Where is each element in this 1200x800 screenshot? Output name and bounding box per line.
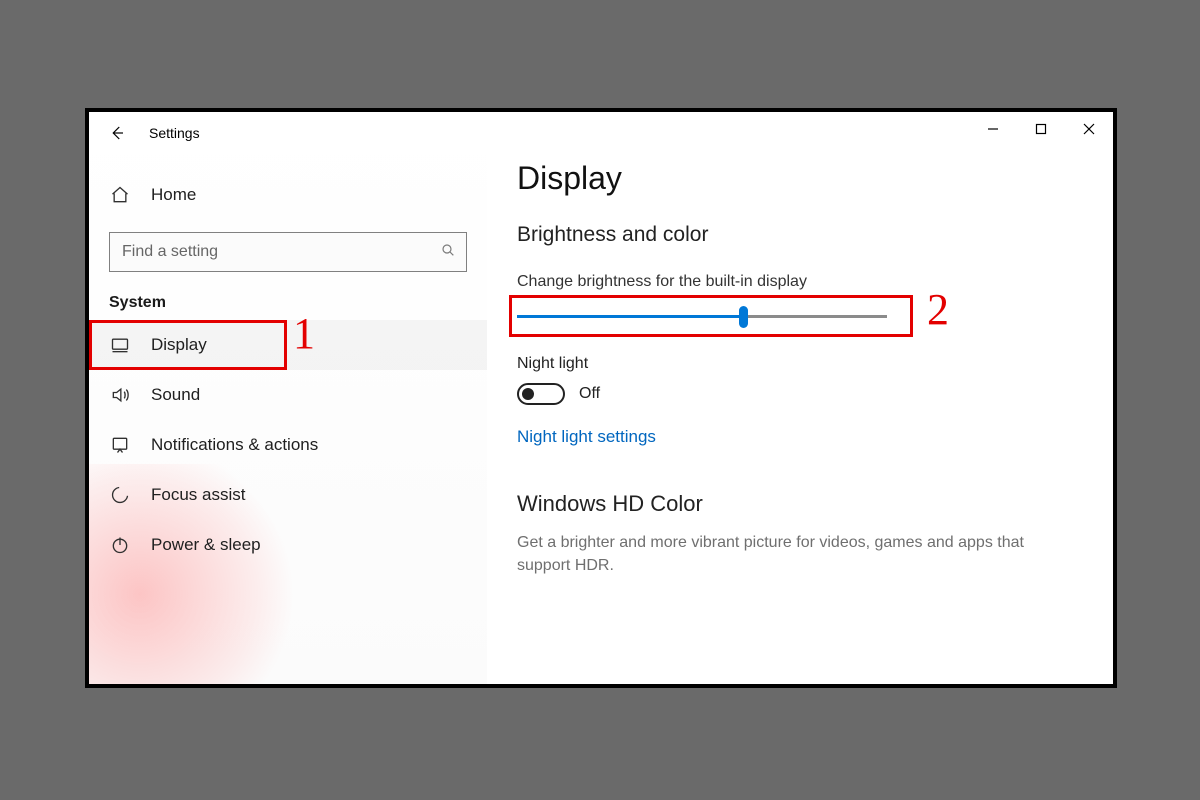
arrow-left-icon bbox=[108, 124, 126, 142]
power-icon bbox=[109, 535, 131, 555]
back-button[interactable] bbox=[97, 113, 137, 153]
search-box[interactable] bbox=[109, 232, 467, 272]
sidebar-item-notifications[interactable]: Notifications & actions bbox=[89, 420, 487, 470]
sidebar-home-label: Home bbox=[151, 185, 196, 205]
sidebar-item-sound[interactable]: Sound bbox=[89, 370, 487, 420]
sound-icon bbox=[109, 385, 131, 405]
sidebar-category: System bbox=[109, 294, 487, 312]
sidebar-item-label: Sound bbox=[151, 385, 200, 405]
sidebar-item-label: Display bbox=[151, 335, 207, 355]
minimize-icon bbox=[987, 123, 999, 135]
maximize-icon bbox=[1035, 123, 1047, 135]
slider-thumb[interactable] bbox=[739, 306, 748, 328]
sidebar-item-label: Notifications & actions bbox=[151, 435, 318, 455]
section-hd-header: Windows HD Color bbox=[517, 491, 1083, 517]
window-controls bbox=[969, 112, 1113, 146]
sidebar-item-display[interactable]: Display bbox=[89, 320, 487, 370]
settings-window: Settings Home System Display bbox=[85, 108, 1117, 688]
hd-description: Get a brighter and more vibrant picture … bbox=[517, 531, 1037, 577]
sidebar-item-power-sleep[interactable]: Power & sleep bbox=[89, 520, 487, 570]
minimize-button[interactable] bbox=[969, 112, 1017, 146]
maximize-button[interactable] bbox=[1017, 112, 1065, 146]
sidebar-nav: Display Sound Notifications & actions Fo… bbox=[89, 320, 487, 570]
night-light-toggle[interactable] bbox=[517, 383, 565, 405]
close-icon bbox=[1083, 123, 1095, 135]
window-title: Settings bbox=[149, 125, 200, 141]
display-icon bbox=[109, 335, 131, 355]
section-brightness-header: Brightness and color bbox=[517, 223, 1083, 247]
notifications-icon bbox=[109, 435, 131, 455]
slider-fill bbox=[517, 315, 743, 318]
titlebar: Settings bbox=[89, 112, 487, 154]
night-light-settings-link[interactable]: Night light settings bbox=[517, 427, 656, 447]
sidebar: Settings Home System Display bbox=[89, 112, 487, 684]
focus-assist-icon bbox=[109, 485, 131, 505]
night-light-label: Night light bbox=[517, 355, 1083, 373]
brightness-slider[interactable] bbox=[517, 301, 917, 341]
night-light-state: Off bbox=[579, 385, 600, 403]
night-light-toggle-row: Off bbox=[517, 383, 1083, 405]
search-icon bbox=[440, 242, 456, 263]
sidebar-item-label: Power & sleep bbox=[151, 535, 261, 555]
brightness-label: Change brightness for the built-in displ… bbox=[517, 273, 1083, 291]
sidebar-item-focus-assist[interactable]: Focus assist bbox=[89, 470, 487, 520]
main-content: Display Brightness and color Change brig… bbox=[487, 112, 1113, 684]
toggle-knob bbox=[522, 388, 534, 400]
home-icon bbox=[109, 185, 131, 205]
search-input[interactable] bbox=[120, 242, 440, 262]
page-title: Display bbox=[517, 160, 1083, 197]
sidebar-item-label: Focus assist bbox=[151, 485, 245, 505]
sidebar-home[interactable]: Home bbox=[89, 172, 487, 218]
close-button[interactable] bbox=[1065, 112, 1113, 146]
